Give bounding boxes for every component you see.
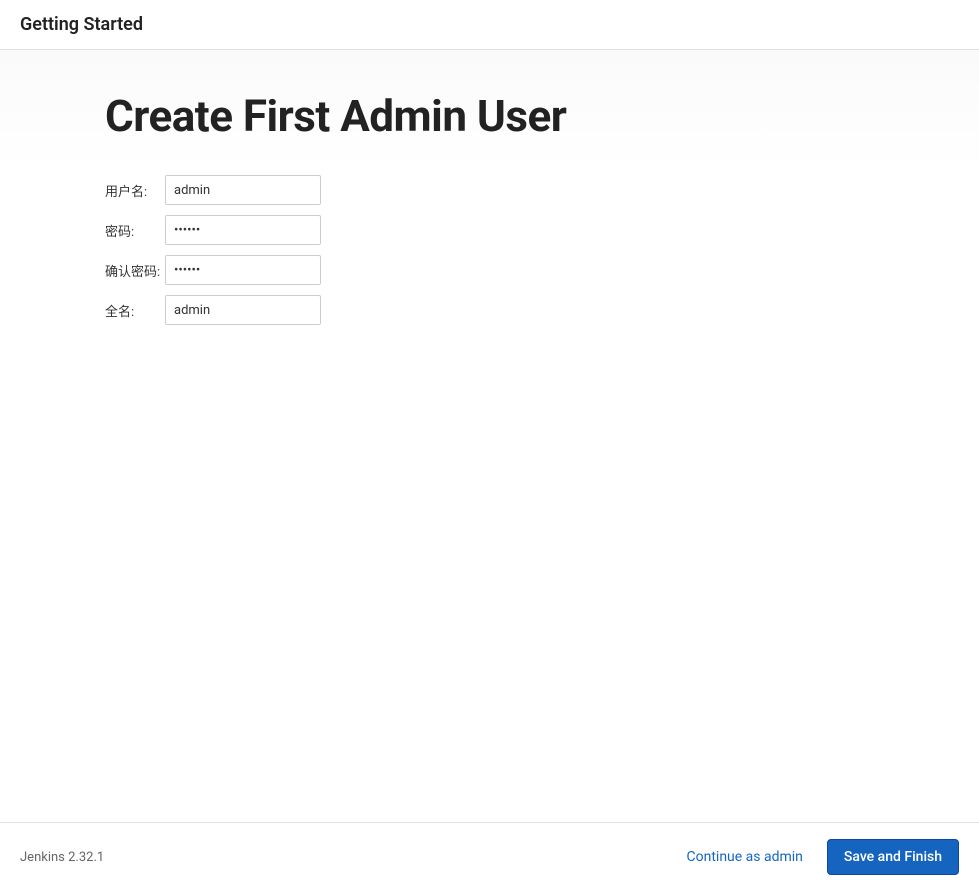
footer-actions: Continue as admin Save and Finish (687, 839, 960, 875)
header-title: Getting Started (20, 14, 959, 35)
header: Getting Started (0, 0, 979, 50)
fullname-label: 全名: (105, 290, 165, 330)
page-title: Create First Admin User (105, 90, 979, 142)
password-label: 密码: (105, 210, 165, 250)
username-label: 用户名: (105, 170, 165, 210)
confirm-password-input[interactable] (165, 255, 321, 285)
continue-as-admin-button[interactable]: Continue as admin (687, 849, 803, 865)
form-row-fullname: 全名: (105, 290, 321, 330)
form-row-password: 密码: (105, 210, 321, 250)
username-input[interactable] (165, 175, 321, 205)
form-row-username: 用户名: (105, 170, 321, 210)
content-area: Create First Admin User 用户名: 密码: 确认密码: 全… (0, 50, 979, 822)
fullname-input[interactable] (165, 295, 321, 325)
version-label: Jenkins 2.32.1 (20, 850, 104, 865)
confirm-password-label: 确认密码: (105, 250, 165, 290)
footer: Jenkins 2.32.1 Continue as admin Save an… (0, 822, 979, 891)
form-row-confirm-password: 确认密码: (105, 250, 321, 290)
password-input[interactable] (165, 215, 321, 245)
save-and-finish-button[interactable]: Save and Finish (827, 839, 959, 875)
admin-user-form: 用户名: 密码: 确认密码: 全名: (105, 170, 321, 330)
